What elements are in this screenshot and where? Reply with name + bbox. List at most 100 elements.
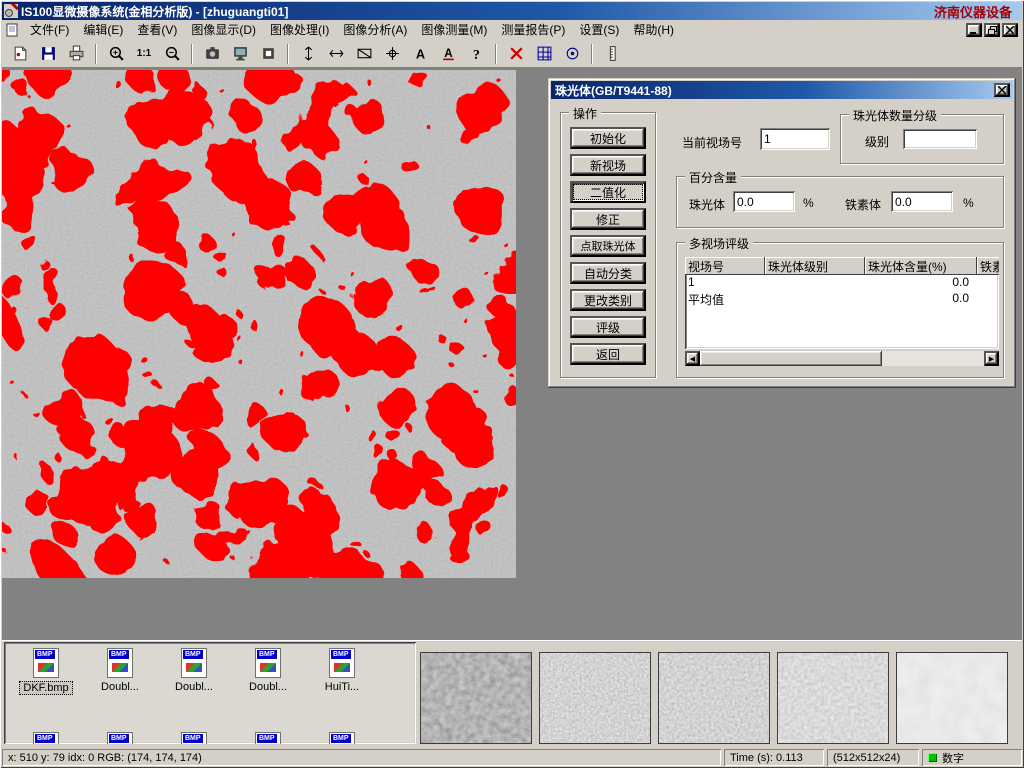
return-button[interactable]: 返回: [570, 343, 646, 365]
thumbnail-image[interactable]: [658, 652, 770, 744]
file-list: BMP DKF.bmp BMP Doubl... BMP Doubl... BM…: [4, 642, 416, 744]
document-icon[interactable]: [5, 23, 19, 37]
monitor-icon[interactable]: [227, 42, 253, 66]
pick-pearlite-button[interactable]: 点取珠光体: [570, 235, 646, 257]
cut-icon[interactable]: [503, 42, 529, 66]
col-field-number[interactable]: 视场号: [685, 257, 765, 275]
toolbar-separator: [591, 44, 593, 64]
micrograph-image[interactable]: [2, 70, 516, 578]
actual-size-icon[interactable]: 1:1: [131, 42, 157, 66]
caliper-vertical-icon[interactable]: [295, 42, 321, 66]
text-icon[interactable]: A: [407, 42, 433, 66]
scroll-right-icon[interactable]: ▶: [984, 351, 999, 366]
pearlite-label: 珠光体: [689, 196, 725, 213]
menu-view[interactable]: 查看(V): [130, 19, 184, 41]
bottom-panel: BMP DKF.bmp BMP Doubl... BMP Doubl... BM…: [2, 640, 1022, 746]
menu-image-process[interactable]: 图像处理(I): [263, 19, 336, 41]
scroll-left-icon[interactable]: ◀: [685, 351, 700, 366]
table-horizontal-scrollbar: ◀ ▶: [685, 351, 999, 366]
help-icon[interactable]: ?: [463, 42, 489, 66]
caliper-horizontal-icon[interactable]: [323, 42, 349, 66]
table-row[interactable]: 平均值 0.0: [685, 291, 999, 307]
cell-field-number: 1: [685, 275, 765, 291]
bmp-file-icon: BMP: [107, 732, 133, 744]
grade-input[interactable]: [903, 129, 977, 149]
scrollbar-thumb[interactable]: [700, 351, 882, 366]
text-underline-icon[interactable]: A: [435, 42, 461, 66]
open-icon[interactable]: [7, 42, 33, 66]
crosshair-icon[interactable]: [379, 42, 405, 66]
menu-report[interactable]: 测量报告(P): [494, 19, 572, 41]
thumbnail-image[interactable]: [539, 652, 651, 744]
mdi-close-button[interactable]: [1002, 23, 1018, 37]
binarize-button[interactable]: 二值化: [570, 181, 646, 203]
grid-icon[interactable]: [531, 42, 557, 66]
file-item[interactable]: BMP Doubl...: [232, 648, 304, 693]
pearlite-percent-input[interactable]: [733, 191, 795, 212]
percent-group-label: 百分含量: [685, 169, 741, 186]
thumbnail-image[interactable]: [896, 652, 1008, 744]
file-item[interactable]: BMP: [84, 732, 156, 744]
menu-image-analysis[interactable]: 图像分析(A): [336, 19, 414, 41]
zoom-out-icon[interactable]: [159, 42, 185, 66]
rate-button[interactable]: 评级: [570, 316, 646, 338]
file-item[interactable]: BMP: [10, 732, 82, 744]
save-icon[interactable]: [35, 42, 61, 66]
file-item[interactable]: BMP: [158, 732, 230, 744]
current-field-input[interactable]: [760, 128, 830, 150]
image-size-status: (512x512x24): [827, 749, 919, 766]
file-item[interactable]: BMP Doubl...: [158, 648, 230, 693]
measure-rect-icon[interactable]: [351, 42, 377, 66]
col-ferrite-content[interactable]: 铁素体含量(%): [977, 257, 999, 275]
file-item[interactable]: BMP DKF.bmp: [10, 648, 82, 695]
menu-file[interactable]: 文件(F): [23, 19, 76, 41]
ruler-icon[interactable]: [599, 42, 625, 66]
mdi-restore-button[interactable]: [984, 23, 1000, 37]
menu-help[interactable]: 帮助(H): [626, 19, 681, 41]
app-icon: [2, 4, 18, 18]
toolbar-separator: [287, 44, 289, 64]
new-field-button[interactable]: 新视场: [570, 154, 646, 176]
status-led-icon: [928, 753, 937, 762]
target-icon[interactable]: [559, 42, 585, 66]
init-button[interactable]: 初始化: [570, 127, 646, 149]
mdi-minimize-button[interactable]: [966, 23, 982, 37]
file-item[interactable]: BMP: [232, 732, 304, 744]
table-row[interactable]: 1 0.0: [685, 275, 999, 291]
bmp-file-icon: BMP: [329, 732, 355, 744]
capture-icon[interactable]: [255, 42, 281, 66]
cell-ferrite-content: [977, 275, 999, 291]
menu-bar: 文件(F) 编辑(E) 查看(V) 图像显示(D) 图像处理(I) 图像分析(A…: [2, 20, 1022, 40]
operation-group: 操作 初始化 新视场 二值化 修正 点取珠光体 自动分类 更改类别 评级 返回: [560, 112, 656, 378]
pearlite-dialog: 珠光体(GB/T9441-88) 操作 初始化 新视场 二值化 修正 点取珠光体…: [548, 78, 1016, 388]
auto-classify-button[interactable]: 自动分类: [570, 262, 646, 284]
ferrite-percent-sign: %: [963, 196, 974, 210]
menu-image-measure[interactable]: 图像测量(M): [414, 19, 494, 41]
cell-ferrite-content: [977, 291, 999, 307]
dialog-title-bar[interactable]: 珠光体(GB/T9441-88): [551, 81, 1013, 99]
scrollbar-track[interactable]: [882, 351, 984, 366]
file-item[interactable]: BMP HuiTi...: [306, 648, 378, 693]
grade-group: 珠光体数量分级 级别: [840, 114, 1004, 164]
correct-button[interactable]: 修正: [570, 208, 646, 230]
ferrite-percent-input[interactable]: [891, 191, 953, 212]
thumbnail-image[interactable]: [420, 652, 532, 744]
thumbnail-image[interactable]: [777, 652, 889, 744]
camera-icon[interactable]: [199, 42, 225, 66]
dialog-close-button[interactable]: [994, 83, 1010, 97]
zoom-in-icon[interactable]: [103, 42, 129, 66]
file-item[interactable]: BMP Doubl...: [84, 648, 156, 693]
file-item[interactable]: BMP: [306, 732, 378, 744]
grade-group-label: 珠光体数量分级: [849, 107, 941, 124]
print-icon[interactable]: [63, 42, 89, 66]
col-pearlite-grade[interactable]: 珠光体级别: [765, 257, 865, 275]
bmp-file-icon: BMP: [255, 648, 281, 678]
bmp-file-icon: BMP: [33, 732, 59, 744]
menu-settings[interactable]: 设置(S): [572, 19, 626, 41]
menu-image-display[interactable]: 图像显示(D): [184, 19, 263, 41]
col-pearlite-content[interactable]: 珠光体含量(%): [865, 257, 977, 275]
time-status: Time (s): 0.113: [724, 749, 824, 766]
menu-edit[interactable]: 编辑(E): [76, 19, 130, 41]
cell-pearlite-content: 0.0: [865, 291, 977, 307]
change-class-button[interactable]: 更改类别: [570, 289, 646, 311]
